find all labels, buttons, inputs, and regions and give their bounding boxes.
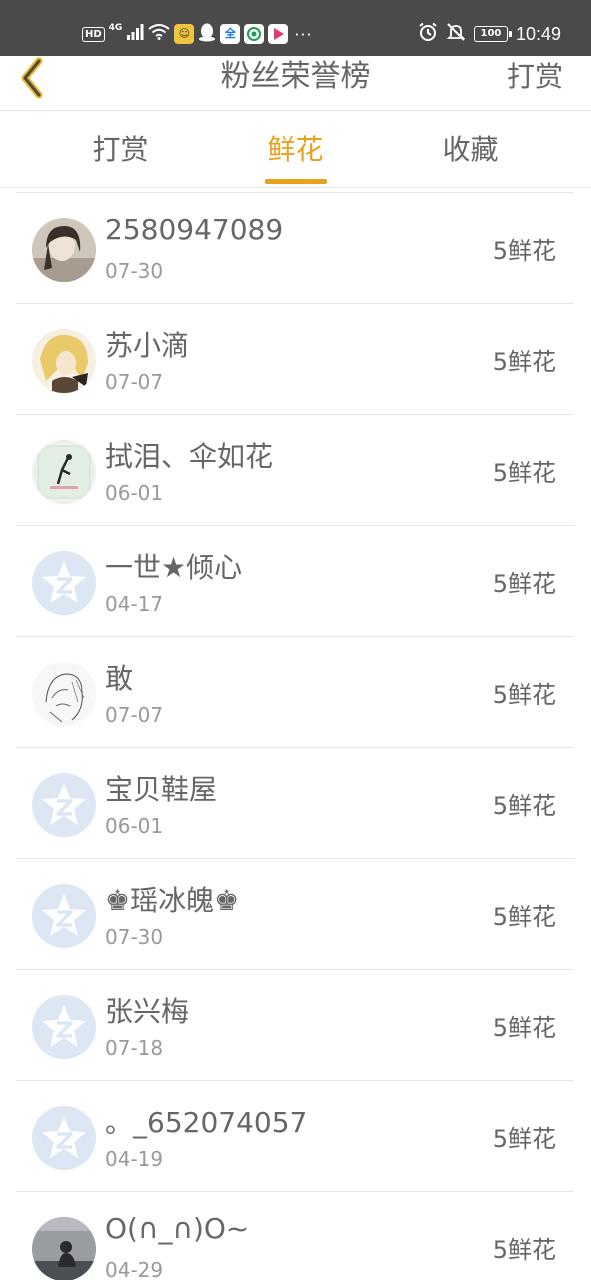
flower-count: 5鲜花: [492, 459, 556, 487]
list-item[interactable]: 2580947089 07-30 5鲜花: [16, 193, 574, 304]
more-notifications-icon: ···: [294, 24, 313, 44]
gift-date: 07-07: [105, 370, 164, 394]
flower-count: 5鲜花: [492, 903, 556, 931]
user-name: ♚瑶冰魄♚: [105, 884, 240, 917]
avatar[interactable]: [32, 329, 96, 393]
status-time: 10:49: [515, 23, 561, 44]
video-app-icon: [268, 24, 289, 44]
list-item[interactable]: 一世★倾心 04-17 5鲜花: [16, 526, 574, 637]
gift-date: 06-01: [105, 481, 164, 505]
signal-icon: [126, 24, 144, 44]
user-name: 拭泪、伞如花: [105, 440, 274, 473]
tab-label: 鲜花: [267, 133, 324, 166]
default-avatar-icon[interactable]: [32, 773, 96, 837]
flower-count: 5鲜花: [492, 348, 556, 376]
flower-count: 5鲜花: [492, 570, 556, 598]
nav-bar: 粉丝荣誉榜 打赏: [0, 56, 591, 111]
gift-date: 06-01: [105, 814, 164, 838]
gift-date: 04-17: [105, 592, 164, 616]
flower-count: 5鲜花: [492, 1125, 556, 1153]
alarm-icon: [418, 22, 438, 46]
mute-icon: [446, 22, 466, 46]
flower-count: 5鲜花: [492, 792, 556, 820]
avatar[interactable]: [32, 1217, 96, 1280]
app-notification-icon: ☺: [174, 24, 195, 44]
flower-count: 5鲜花: [492, 1236, 556, 1264]
tab-label: 打赏: [92, 133, 149, 166]
flower-count: 5鲜花: [492, 1014, 556, 1042]
gift-date: 07-30: [105, 259, 164, 283]
hd-icon: HD: [82, 26, 105, 42]
quanmin-app-icon: 全: [220, 24, 241, 44]
status-bar: HD 4G ☺ 全 ··· 100 10:49: [0, 0, 591, 56]
list-item[interactable]: 拭泪、伞如花 06-01 5鲜花: [16, 415, 574, 526]
tab-bar: 打赏 鲜花 收藏: [0, 112, 591, 188]
status-bar-left: HD 4G ☺ 全 ···: [82, 22, 313, 46]
battery-icon: 100: [473, 26, 512, 42]
list-item[interactable]: 敢 07-07 5鲜花: [16, 637, 574, 748]
list-item[interactable]: 宝贝鞋屋 06-01 5鲜花: [16, 748, 574, 859]
active-tab-indicator: [264, 179, 327, 184]
china-mobile-icon: [244, 24, 265, 44]
list-item[interactable]: O(∩_∩)O~ 04-29 5鲜花: [16, 1192, 574, 1280]
gift-date: 04-29: [105, 1258, 164, 1280]
tab-flowers[interactable]: 鲜花: [197, 112, 394, 188]
list-item[interactable]: 张兴梅 07-18 5鲜花: [16, 970, 574, 1081]
status-bar-right: 100 10:49: [418, 22, 561, 46]
list-item[interactable]: ♚瑶冰魄♚ 07-30 5鲜花: [16, 859, 574, 970]
gift-date: 04-19: [105, 1147, 164, 1171]
user-name: 张兴梅: [105, 995, 190, 1028]
avatar[interactable]: [32, 662, 96, 726]
gift-date: 07-07: [105, 703, 164, 727]
list-item[interactable]: 。_652074057 04-19 5鲜花: [16, 1081, 574, 1192]
network-type: 4G: [108, 23, 123, 33]
user-name: 一世★倾心: [105, 551, 243, 584]
qq-icon: [198, 22, 216, 46]
default-avatar-icon[interactable]: [32, 884, 96, 948]
user-name: 2580947089: [105, 213, 284, 246]
user-name: 宝贝鞋屋: [105, 773, 218, 806]
tab-reward[interactable]: 打赏: [22, 112, 219, 188]
wifi-icon: [148, 24, 170, 44]
user-name: 苏小滴: [105, 329, 190, 362]
reward-button[interactable]: 打赏: [507, 56, 563, 98]
tab-label: 收藏: [442, 133, 499, 166]
default-avatar-icon[interactable]: [32, 551, 96, 615]
gift-date: 07-18: [105, 1036, 164, 1060]
fan-list: 2580947089 07-30 5鲜花 苏小滴 07-07 5鲜花 拭泪、伞如…: [16, 192, 574, 1280]
avatar[interactable]: [32, 218, 96, 282]
flower-count: 5鲜花: [492, 237, 556, 265]
tab-collect[interactable]: 收藏: [372, 112, 569, 188]
default-avatar-icon[interactable]: [32, 995, 96, 1059]
gift-date: 07-30: [105, 925, 164, 949]
default-avatar-icon[interactable]: [32, 1106, 96, 1170]
user-name: 。_652074057: [105, 1106, 308, 1139]
list-item[interactable]: 苏小滴 07-07 5鲜花: [16, 304, 574, 415]
avatar[interactable]: [32, 440, 96, 504]
page-title: 粉丝荣誉榜: [220, 59, 371, 94]
user-name: O(∩_∩)O~: [105, 1212, 250, 1245]
flower-count: 5鲜花: [492, 681, 556, 709]
user-name: 敢: [105, 662, 134, 695]
